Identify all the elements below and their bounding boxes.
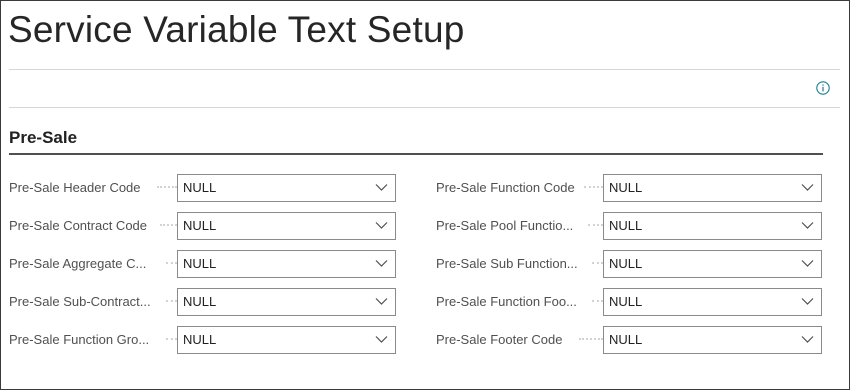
field-value: NULL [183, 180, 217, 195]
field-dots [157, 186, 177, 188]
page-title: Service Variable Text Setup [8, 9, 465, 50]
page-frame: Service Variable Text Setup Pre-Sale Pre… [0, 0, 850, 390]
info-icon[interactable] [816, 81, 830, 95]
field-presale-function-footer-code: Pre-Sale Function Foo... NULL [436, 288, 824, 316]
field-label: Pre-Sale Sub-Contract... [9, 294, 151, 309]
field-label: Pre-Sale Function Code [436, 180, 575, 195]
presale-footer-code-select[interactable]: NULL [603, 326, 822, 354]
field-dots [592, 300, 603, 302]
field-presale-aggregate-code: Pre-Sale Aggregate C... NULL [9, 250, 397, 278]
presale-function-group-code-select[interactable]: NULL [177, 326, 396, 354]
chevron-down-icon [801, 298, 814, 305]
field-value: NULL [183, 332, 217, 347]
field-value: NULL [183, 218, 217, 233]
field-value: NULL [183, 256, 217, 271]
chevron-down-icon [801, 222, 814, 229]
field-label: Pre-Sale Aggregate C... [9, 256, 147, 271]
presale-function-code-select[interactable]: NULL [603, 174, 822, 202]
chevron-down-icon [801, 184, 814, 191]
chevron-down-icon [801, 260, 814, 267]
presale-function-footer-code-select[interactable]: NULL [603, 288, 822, 316]
chevron-down-icon [375, 184, 388, 191]
chevron-down-icon [801, 336, 814, 343]
section-title: Pre-Sale [9, 128, 78, 147]
field-value: NULL [609, 218, 643, 233]
chevron-down-icon [375, 336, 388, 343]
field-label: Pre-Sale Pool Functio... [436, 218, 574, 233]
field-value: NULL [609, 256, 643, 271]
field-label: Pre-Sale Function Gro... [9, 332, 150, 347]
field-dots [588, 224, 603, 226]
field-dots [592, 262, 603, 264]
field-value: NULL [609, 332, 643, 347]
presale-subcontract-code-select[interactable]: NULL [177, 288, 396, 316]
section-underline [9, 153, 823, 155]
field-label: Pre-Sale Footer Code [436, 332, 563, 347]
chevron-down-icon [375, 298, 388, 305]
field-dots [166, 338, 177, 340]
presale-pool-function-code-select[interactable]: NULL [603, 212, 822, 240]
field-label: Pre-Sale Function Foo... [436, 294, 577, 309]
field-presale-function-code: Pre-Sale Function Code NULL [436, 174, 824, 202]
chevron-down-icon [375, 260, 388, 267]
field-dots [166, 300, 177, 302]
field-value: NULL [609, 294, 643, 309]
presale-header-code-select[interactable]: NULL [177, 174, 396, 202]
field-dots [579, 338, 603, 340]
field-dots [160, 224, 177, 226]
field-presale-pool-function-code: Pre-Sale Pool Functio... NULL [436, 212, 824, 240]
field-presale-footer-code: Pre-Sale Footer Code NULL [436, 326, 824, 354]
divider [9, 107, 840, 108]
field-presale-subcontract-code: Pre-Sale Sub-Contract... NULL [9, 288, 397, 316]
presale-contract-code-select[interactable]: NULL [177, 212, 396, 240]
field-presale-function-group-code: Pre-Sale Function Gro... NULL [9, 326, 397, 354]
presale-sub-function-code-select[interactable]: NULL [603, 250, 822, 278]
field-presale-contract-code: Pre-Sale Contract Code NULL [9, 212, 397, 240]
divider [9, 69, 840, 70]
field-value: NULL [609, 180, 643, 195]
field-label: Pre-Sale Sub Function... [436, 256, 578, 271]
chevron-down-icon [375, 222, 388, 229]
field-dots [584, 186, 603, 188]
field-label: Pre-Sale Contract Code [9, 218, 148, 233]
field-dots [166, 262, 177, 264]
presale-aggregate-code-select[interactable]: NULL [177, 250, 396, 278]
field-label: Pre-Sale Header Code [9, 180, 141, 195]
field-value: NULL [183, 294, 217, 309]
field-presale-sub-function-code: Pre-Sale Sub Function... NULL [436, 250, 824, 278]
field-presale-header-code: Pre-Sale Header Code NULL [9, 174, 397, 202]
